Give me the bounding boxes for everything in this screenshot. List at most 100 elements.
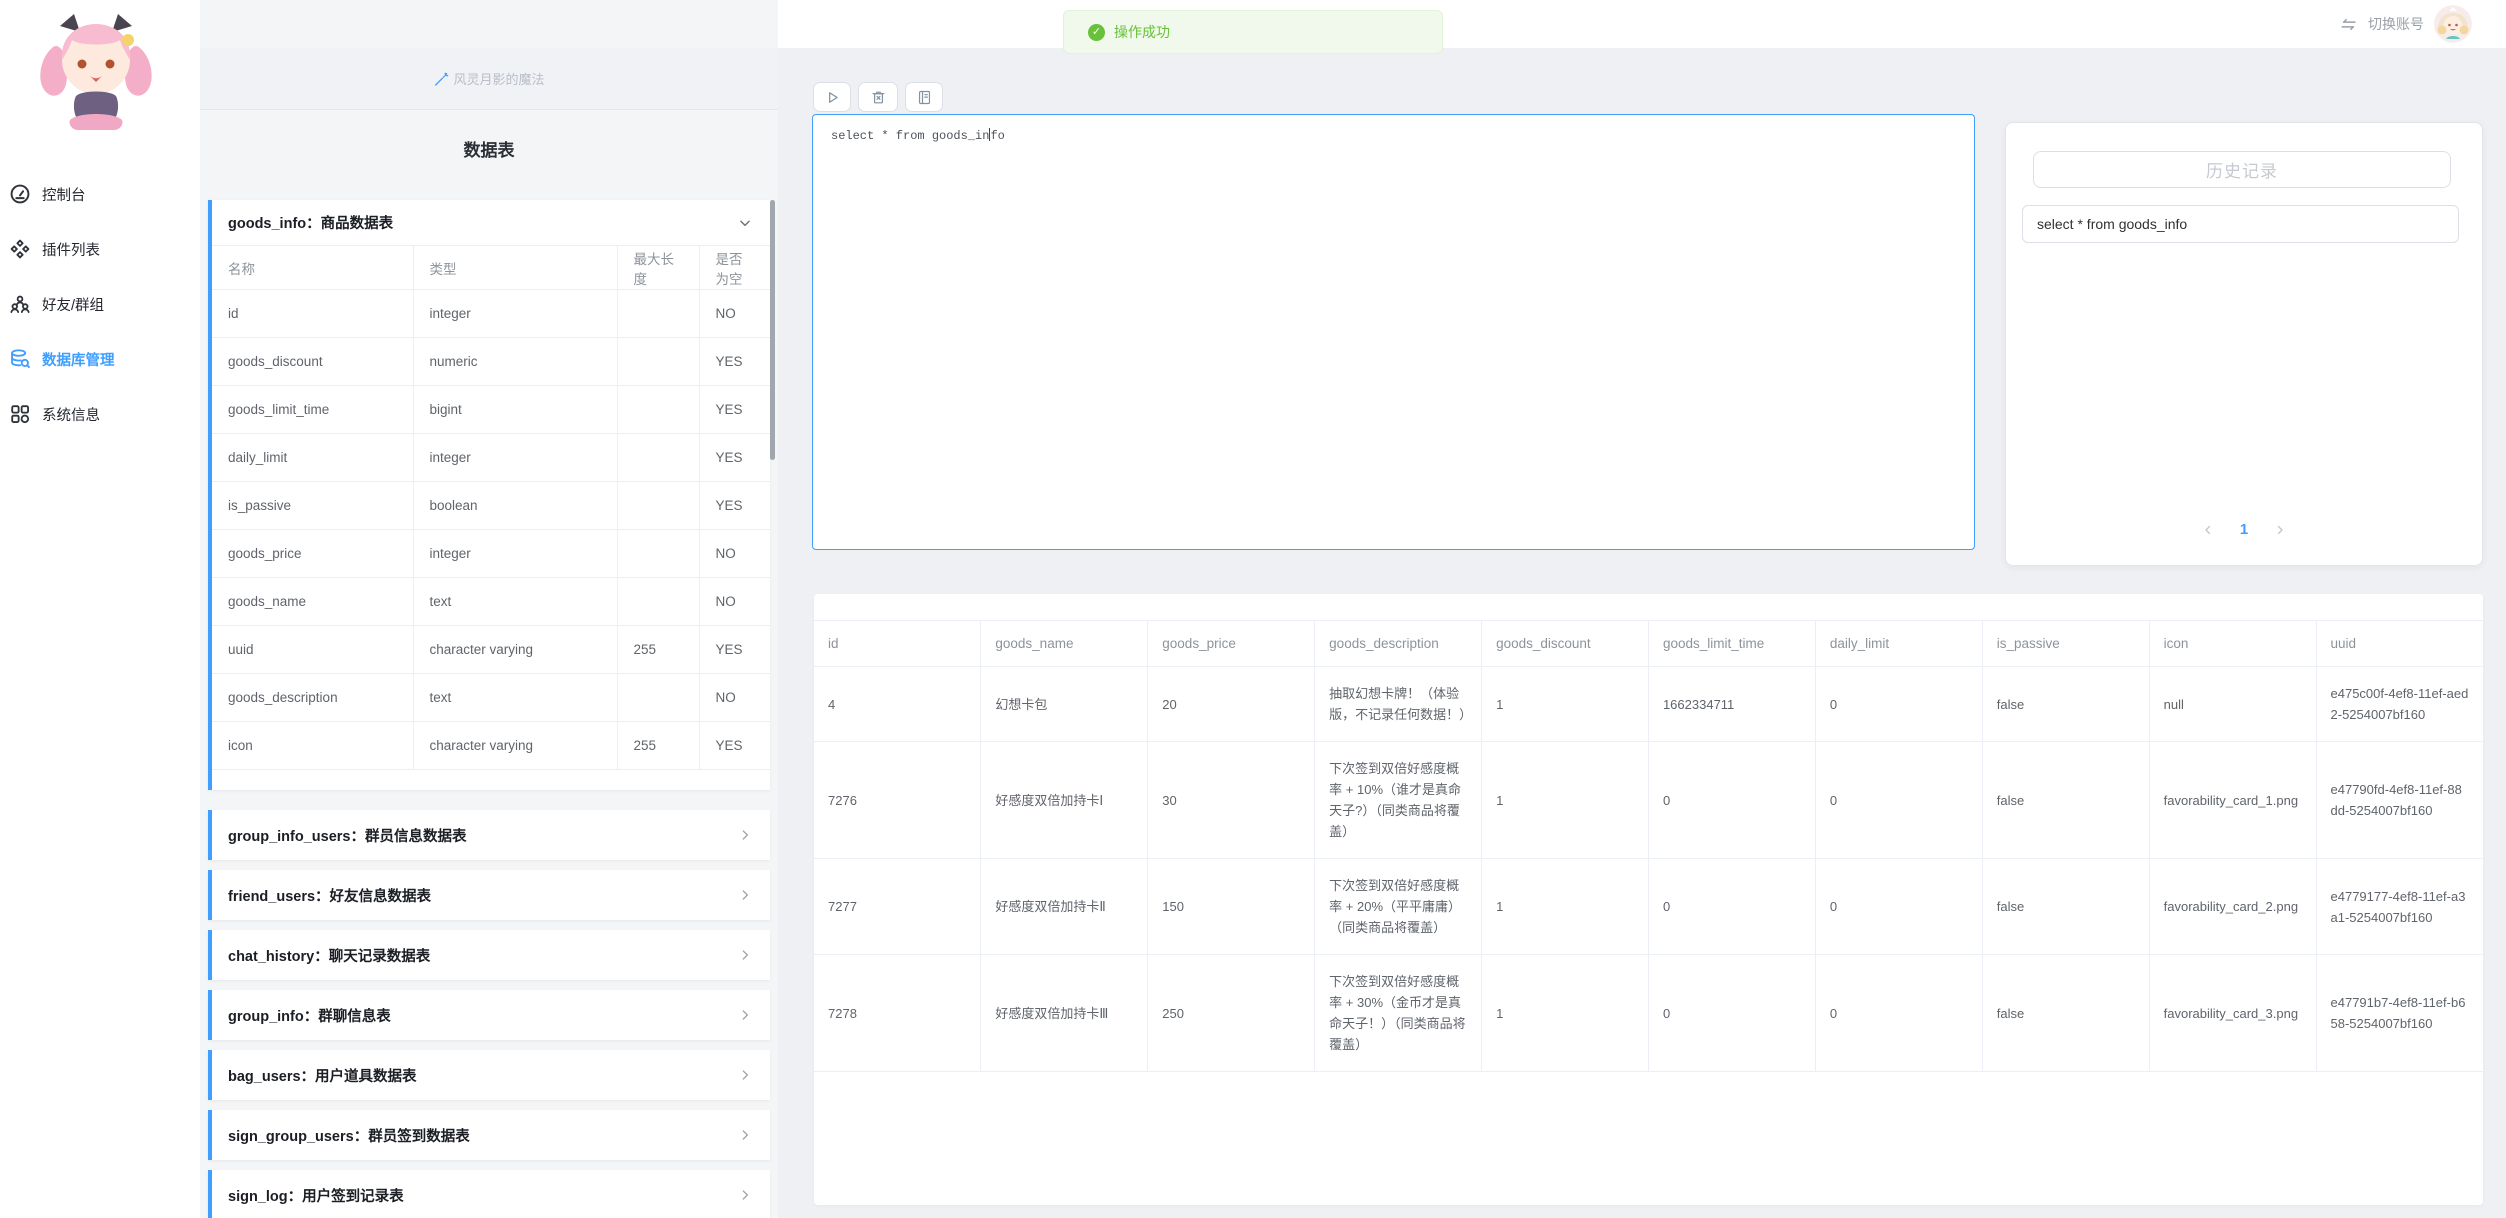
magic-banner: 风灵月影的魔法 [200,48,778,110]
history-title: 历史记录 [2033,151,2451,188]
table-accordion-label: friend_users：好友信息数据表 [212,885,738,906]
results-cell: 下次签到双倍好感度概率 + 30%（金币才是真命天子！）（同类商品将覆盖） [1315,955,1482,1072]
schema-cell: goods_price [212,530,413,578]
success-check-icon: ✓ [1088,24,1105,41]
schema-row: goods_limit_time bigint YES [212,386,770,434]
schema-cell [617,578,699,626]
query-log-button[interactable] [905,82,943,112]
sidebar: 控制台 插件列表 好友/群组 [0,0,200,1218]
goods-info-accordion-header[interactable]: goods_info：商品数据表 [212,200,770,245]
schema-cell: NO [699,578,770,626]
magic-label: 风灵月影的魔法 [453,69,544,88]
results-cell: 250 [1148,955,1315,1072]
schema-cell [617,434,699,482]
app-root: 端口设置 切换账号 [0,0,2506,1218]
sidebar-item-console[interactable]: 控制台 [0,174,200,214]
schema-row: goods_price integer NO [212,530,770,578]
results-cell: 抽取幻想卡牌！（体验版，不记录任何数据！） [1315,667,1482,742]
schema-cell [617,290,699,338]
chevron-right-icon [738,1008,752,1022]
results-row: 7276 好感度双倍加持卡Ⅰ 30 下次签到双倍好感度概率 + 10%（谁才是真… [814,742,2483,859]
results-cell: favorability_card_2.png [2149,859,2316,955]
account-area[interactable]: 切换账号 [2339,0,2472,48]
results-cell: 0 [1648,955,1815,1072]
results-cell: 7278 [814,955,981,1072]
table-accordion-item[interactable]: bag_users：用户道具数据表 [208,1050,770,1100]
account-avatar[interactable] [2434,5,2472,43]
schema-cell: text [413,578,617,626]
current-page[interactable]: 1 [2240,521,2248,538]
collapsed-tables-list: group_info_users：群员信息数据表 friend_users：好友… [208,810,770,1218]
schema-cell [617,482,699,530]
main-content: select * from goods_info 历史记录 select * f… [778,48,2506,1218]
table-accordion-item[interactable]: friend_users：好友信息数据表 [208,870,770,920]
chevron-right-icon [738,1128,752,1142]
results-cell: 好感度双倍加持卡Ⅱ [981,859,1148,955]
results-cell: e4779177-4ef8-11ef-a3a1-5254007bf160 [2316,859,2483,955]
schema-cell: bigint [413,386,617,434]
results-col-header: goods_description [1315,621,1482,667]
schema-row: goods_discount numeric YES [212,338,770,386]
results-col-header: goods_discount [1482,621,1649,667]
results-header-row: id goods_name goods_price goods_descript… [814,621,2483,667]
schema-cell: YES [699,722,770,770]
schema-cell: integer [413,290,617,338]
results-col-header: daily_limit [1815,621,1982,667]
results-cell: null [2149,667,2316,742]
results-col-header: goods_price [1148,621,1315,667]
schema-cell: YES [699,434,770,482]
sidebar-item-plugins[interactable]: 插件列表 [0,229,200,269]
schema-cell: character varying [413,722,617,770]
results-cell: 0 [1815,859,1982,955]
table-accordion-item[interactable]: group_info_users：群员信息数据表 [208,810,770,860]
prev-page-button[interactable] [2202,524,2214,536]
results-cell: 1662334711 [1648,667,1815,742]
next-page-button[interactable] [2274,524,2286,536]
bot-avatar-illustration [22,8,170,138]
results-col-header: id [814,621,981,667]
sql-editor[interactable]: select * from goods_info [812,114,1975,550]
schema-cell: YES [699,482,770,530]
schema-cell [617,530,699,578]
schema-col-header: 名称 [212,246,413,290]
schema-cell: YES [699,386,770,434]
sidebar-item-database[interactable]: 数据库管理 [0,339,200,379]
schema-header-row: 名称 类型 最大长度 是否为空 [212,246,770,290]
table-accordion-item[interactable]: sign_group_users：群员签到数据表 [208,1110,770,1160]
table-accordion-label: bag_users：用户道具数据表 [212,1065,738,1086]
results-cell: false [1982,955,2149,1072]
results-cell: favorability_card_3.png [2149,955,2316,1072]
schema-cell: character varying [413,626,617,674]
history-entry[interactable]: select * from goods_info [2022,205,2459,243]
switch-account-label: 切换账号 [2368,14,2424,34]
history-panel: 历史记录 select * from goods_info 1 [2005,122,2483,566]
results-cell: 150 [1148,859,1315,955]
results-cell: e475c00f-4ef8-11ef-aed2-5254007bf160 [2316,667,2483,742]
schema-cell: NO [699,530,770,578]
sidebar-item-label: 控制台 [42,184,86,205]
panel-scrollbar-thumb[interactable] [770,200,775,460]
results-cell: 0 [1815,955,1982,1072]
table-accordion-item[interactable]: chat_history：聊天记录数据表 [208,930,770,980]
journal-icon [916,89,933,106]
schema-cell [617,674,699,722]
run-query-button[interactable] [813,82,851,112]
sidebar-item-system-info[interactable]: 系统信息 [0,394,200,434]
swap-arrows-icon [2339,15,2358,34]
toast-message: 操作成功 [1114,22,1170,42]
gauge-icon [9,183,31,205]
clear-editor-button[interactable] [858,82,898,112]
chevron-right-icon [738,1188,752,1202]
schema-col-header: 最大长度 [617,246,699,290]
sidebar-item-friends-groups[interactable]: 好友/群组 [0,284,200,324]
schema-cell: YES [699,626,770,674]
schema-cell: uuid [212,626,413,674]
results-cell: 下次签到双倍好感度概率 + 10%（谁才是真命天子?）（同类商品将覆盖） [1315,742,1482,859]
table-accordion-item[interactable]: sign_log：用户签到记录表 [208,1170,770,1218]
schema-cell: numeric [413,338,617,386]
results-cell: e47790fd-4ef8-11ef-88dd-5254007bf160 [2316,742,2483,859]
table-accordion-item[interactable]: group_info：群聊信息表 [208,990,770,1040]
results-cell: 好感度双倍加持卡Ⅰ [981,742,1148,859]
results-col-header: icon [2149,621,2316,667]
results-col-header: goods_name [981,621,1148,667]
